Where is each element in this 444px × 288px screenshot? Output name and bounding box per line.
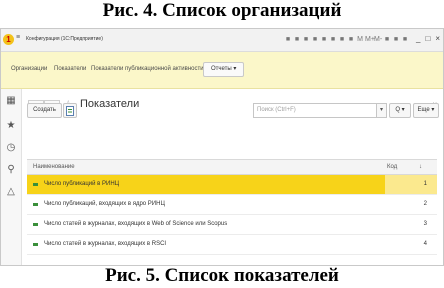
toolbar-icon[interactable]: ■: [284, 35, 292, 44]
figure-caption-top: Рис. 4. Список организаций: [102, 0, 342, 21]
toolbar-icon[interactable]: ■: [320, 35, 328, 44]
app-window: 1 ≡ Конфигурация (1С:Предприятие) ■ ■ ■ …: [0, 28, 444, 266]
title-toolbar: ■ ■ ■ ■ ■ ■ ■ ■ M M+ M- ■ ■ ■: [284, 35, 409, 45]
row-code: 2: [423, 201, 427, 207]
window-controls: _ □ ×: [416, 34, 440, 43]
row-code: 3: [423, 221, 427, 227]
column-header-name[interactable]: Наименование: [33, 160, 75, 174]
search-placeholder: Поиск (Ctrl+F): [257, 107, 296, 113]
section-publication-activity[interactable]: Показатели публикационной активности: [91, 66, 204, 72]
row-name: Число публикаций, входящих в ядро РИНЦ: [44, 201, 165, 207]
toolbar-icon[interactable]: ■: [329, 35, 337, 44]
toolbar-icon[interactable]: ■: [383, 35, 391, 44]
maximize-icon[interactable]: □: [425, 34, 430, 43]
table-row[interactable]: Число статей в журналах, входящих в Web …: [27, 215, 437, 235]
figure-caption-bottom: Рис. 5. Список показателей: [105, 265, 339, 286]
toolbar-icon[interactable]: ■: [401, 35, 409, 44]
table-row[interactable]: Число публикаций в РИНЦ 1: [27, 175, 437, 195]
reports-button[interactable]: Отчеты ▾: [203, 62, 245, 77]
search-icon[interactable]: ⚲: [4, 163, 18, 177]
main-menu-icon[interactable]: ≡: [16, 34, 20, 41]
star-icon[interactable]: ★: [4, 119, 18, 133]
sections-panel: Организации Показатели Показатели публик…: [1, 52, 443, 89]
toolbar-icon[interactable]: ■: [293, 35, 301, 44]
toolbar-icon[interactable]: ■: [392, 35, 400, 44]
minimize-icon[interactable]: _: [416, 34, 420, 43]
section-organizations[interactable]: Организации: [11, 66, 47, 72]
toolbar-icon[interactable]: ■: [347, 35, 355, 44]
more-button[interactable]: Еще ▾: [413, 103, 439, 118]
history-icon[interactable]: ◷: [4, 141, 18, 155]
create-button[interactable]: Создать: [27, 103, 62, 118]
memory-icon[interactable]: M: [356, 35, 364, 44]
window-title: Конфигурация (1С:Предприятие): [26, 36, 103, 42]
item-marker-icon: [33, 183, 38, 186]
apps-icon[interactable]: ▦: [4, 94, 18, 108]
section-indicators[interactable]: Показатели: [54, 66, 86, 72]
sort-arrow-icon[interactable]: ↓: [419, 160, 422, 174]
table-row[interactable]: Число публикаций, входящих в ядро РИНЦ 2: [27, 195, 437, 215]
toolbar-icon[interactable]: ■: [338, 35, 346, 44]
row-code: 4: [423, 241, 427, 247]
left-toolbar: ▦ ★ ◷ ⚲ △: [1, 89, 22, 265]
memory-plus-icon[interactable]: M+: [365, 35, 375, 44]
table-header: Наименование Код ↓: [27, 159, 437, 175]
row-name: Число статей в журналах, входящих в Web …: [44, 221, 228, 227]
column-header-code[interactable]: Код: [387, 160, 397, 174]
form-title: Показатели: [80, 98, 140, 110]
item-marker-icon: [33, 243, 38, 246]
copy-item-icon[interactable]: [63, 103, 77, 118]
search-dropdown-button[interactable]: ▾: [376, 103, 387, 118]
item-marker-icon: [33, 203, 38, 206]
find-button[interactable]: Q ▾: [389, 103, 411, 118]
bell-icon[interactable]: △: [4, 185, 18, 199]
item-marker-icon: [33, 223, 38, 226]
close-window-icon[interactable]: ×: [435, 34, 440, 43]
toolbar-icon[interactable]: ■: [302, 35, 310, 44]
row-name: Число статей в журналах, входящих в RSCI: [44, 241, 167, 247]
row-name: Число публикаций в РИНЦ: [44, 181, 120, 187]
app-logo-icon: 1: [3, 34, 14, 45]
memory-minus-icon[interactable]: M-: [374, 35, 382, 44]
row-code: 1: [423, 181, 427, 187]
table-row[interactable]: Число статей в журналах, входящих в RSCI…: [27, 235, 437, 255]
toolbar-icon[interactable]: ■: [311, 35, 319, 44]
title-bar: 1 ≡ Конфигурация (1С:Предприятие) ■ ■ ■ …: [1, 29, 443, 52]
search-input[interactable]: Поиск (Ctrl+F): [253, 103, 377, 118]
